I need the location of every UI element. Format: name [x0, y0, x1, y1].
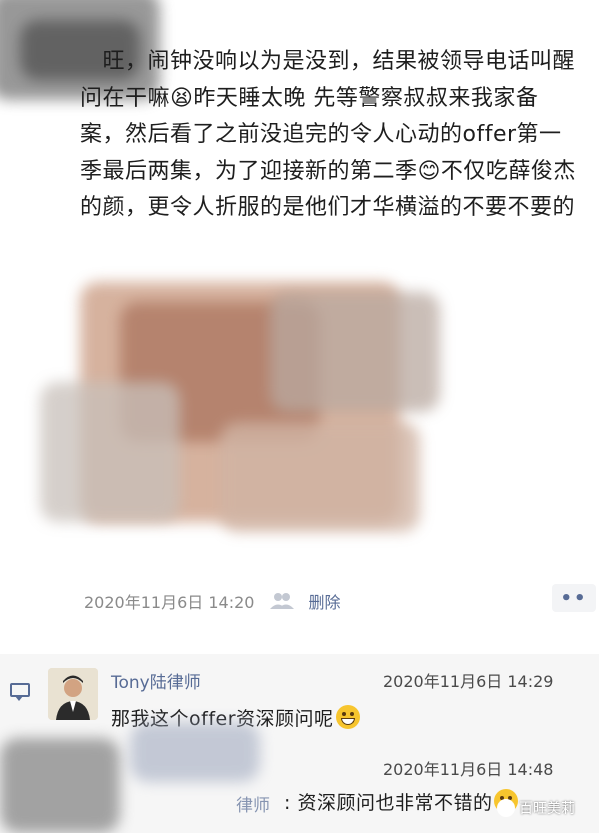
- blurred-photo: [40, 262, 460, 552]
- comment-icon: [10, 683, 30, 701]
- friends-icon[interactable]: [270, 592, 295, 610]
- comment-time: 2020年11月6日 14:29: [383, 672, 554, 691]
- comment-author[interactable]: Tony陆律师: [111, 668, 201, 693]
- post-time: 2020年11月6日 14:20: [84, 593, 255, 612]
- comment-text: : 资深顾问也非常不错的: [284, 788, 519, 815]
- post-body-text: 旺，闹钟没响以为是没到，结果被领导电话叫醒问在干嘛😫昨天睡太晚 先等警察叔叔来我…: [80, 49, 576, 220]
- grin-emoji-icon: [335, 705, 360, 729]
- watermark-logo-icon: [497, 799, 515, 817]
- blurred-commenter-name: [130, 722, 260, 782]
- post-meta: 2020年11月6日 14:20 删除: [84, 588, 340, 614]
- more-actions-button[interactable]: ••: [552, 584, 596, 612]
- watermark: 百旺美莉: [497, 798, 575, 818]
- delete-link[interactable]: 删除: [308, 589, 340, 613]
- comment-author[interactable]: 律师: [236, 791, 270, 816]
- avatar[interactable]: [48, 668, 98, 720]
- watermark-text: 百旺美莉: [519, 801, 575, 817]
- blurred-commenter-avatar: [0, 738, 120, 833]
- comment-time: 2020年11月6日 14:48: [383, 760, 554, 779]
